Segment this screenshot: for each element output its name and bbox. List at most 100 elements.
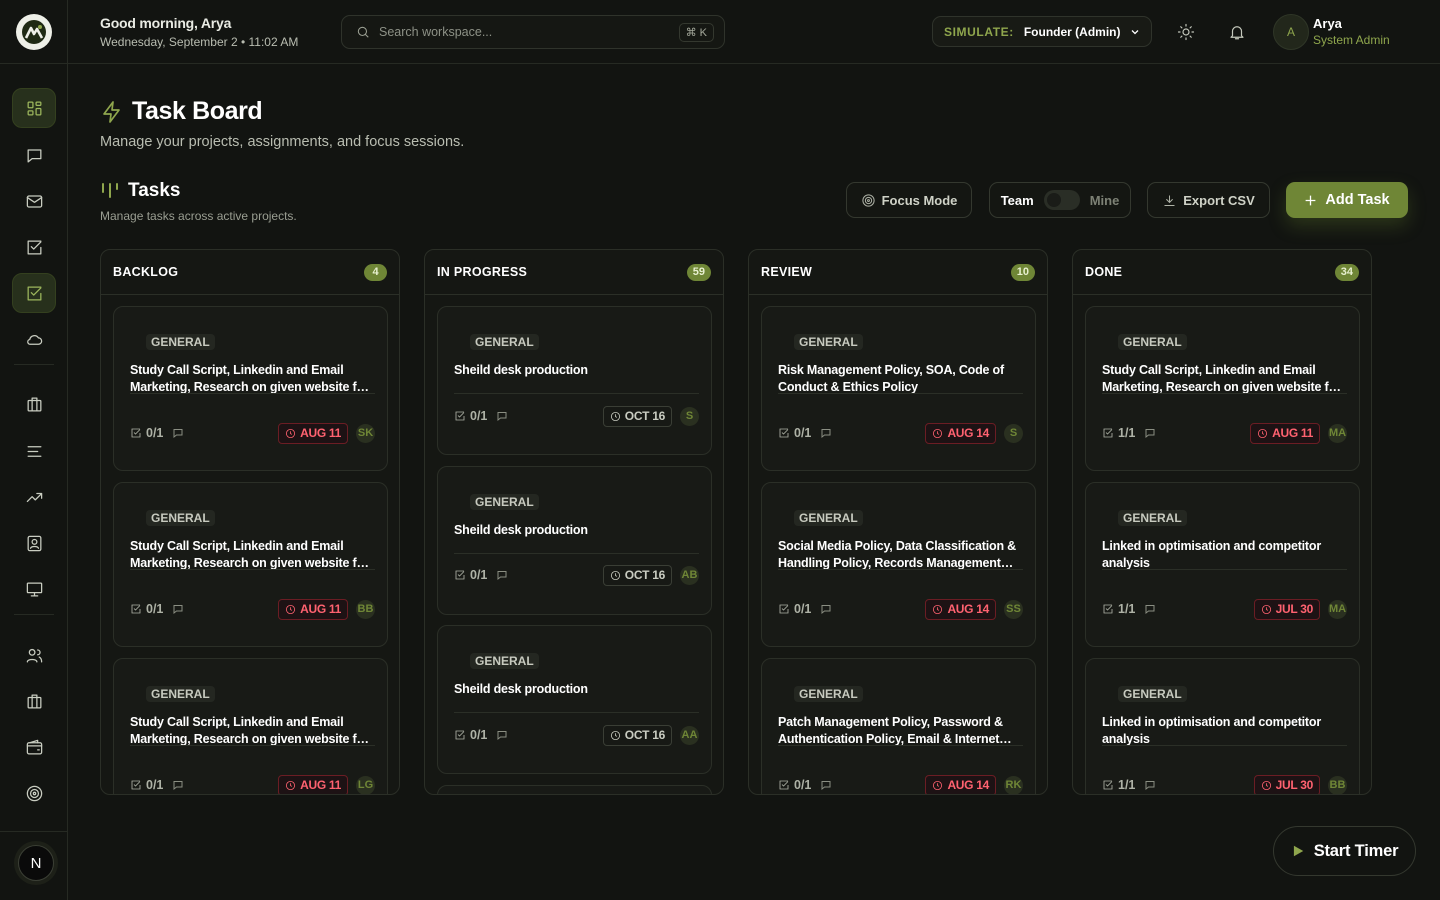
- search-input[interactable]: [379, 25, 659, 39]
- nav-goals[interactable]: [12, 773, 56, 813]
- task-card[interactable]: GENERAL Sheild desk production 0/1 OCT 1…: [437, 466, 712, 615]
- task-card[interactable]: GENERAL Study Call Script, Linkedin and …: [1085, 306, 1360, 471]
- nav-mail[interactable]: [12, 181, 56, 221]
- add-task-button[interactable]: Add Task: [1286, 182, 1408, 218]
- due-date-badge: AUG 11: [278, 422, 348, 444]
- assignee-avatar[interactable]: BB: [356, 599, 375, 619]
- task-title: Study Call Script, Linkedin and Email Ma…: [130, 539, 369, 570]
- subtask-progress: 1/1: [1102, 602, 1135, 616]
- task-card[interactable]: GENERAL Study Call Script, Linkedin and …: [113, 482, 388, 647]
- user-role: System Admin: [1313, 33, 1390, 47]
- subtask-count: 0/1: [794, 426, 812, 440]
- task-title: Study Call Script, Linkedin and Email Ma…: [130, 363, 369, 394]
- due-date: AUG 11: [300, 602, 341, 616]
- assignee-avatar[interactable]: BB: [1328, 775, 1347, 794]
- assignee-avatar[interactable]: LG: [356, 775, 375, 794]
- due-date: AUG 11: [300, 426, 341, 440]
- comment-icon: [497, 731, 507, 741]
- nav-tasks[interactable]: [12, 273, 56, 313]
- export-csv-button[interactable]: Export CSV: [1147, 182, 1270, 218]
- clock-icon: [610, 411, 620, 421]
- assignee-avatar[interactable]: AA: [680, 725, 699, 745]
- theme-toggle[interactable]: [1173, 19, 1199, 45]
- card-footer: 1/1 AUG 11 MA: [1102, 422, 1347, 444]
- checkbox-icon: [779, 780, 789, 790]
- subtask-count: 0/1: [470, 409, 488, 423]
- task-card[interactable]: GENERAL Linked in optimisation and compe…: [1085, 658, 1360, 794]
- nav-dashboard[interactable]: [12, 88, 56, 128]
- due-date-badge: AUG 11: [1250, 422, 1320, 444]
- chat-icon: [27, 148, 41, 162]
- search-bar[interactable]: ⌘ K: [341, 15, 725, 49]
- task-card-partial[interactable]: [437, 785, 712, 794]
- assignee-avatar[interactable]: AB: [680, 565, 699, 585]
- task-title: Linked in optimisation and competitor an…: [1102, 715, 1321, 746]
- assignee-avatar[interactable]: RK: [1004, 775, 1023, 794]
- trend-icon: [26, 492, 42, 502]
- task-title: Study Call Script, Linkedin and Email Ma…: [1102, 363, 1341, 394]
- card-divider: [778, 745, 1023, 746]
- due-date: AUG 11: [1272, 426, 1313, 440]
- top-header: Good morning, Arya Wednesday, September …: [68, 0, 1440, 64]
- task-card[interactable]: GENERAL Risk Management Policy, SOA, Cod…: [761, 306, 1036, 471]
- task-card[interactable]: GENERAL Study Call Script, Linkedin and …: [113, 306, 388, 471]
- nav-chat[interactable]: [12, 135, 56, 175]
- assignee-avatar[interactable]: SS: [1004, 599, 1023, 619]
- task-card[interactable]: GENERAL Social Media Policy, Data Classi…: [761, 482, 1036, 647]
- due-date-badge: AUG 14: [925, 598, 996, 620]
- user-avatar[interactable]: A: [1273, 14, 1309, 50]
- nav-contacts[interactable]: [12, 523, 56, 563]
- subtask-count: 0/1: [146, 602, 164, 616]
- page-subtitle: Manage your projects, assignments, and f…: [100, 134, 465, 150]
- wallet-icon: [26, 739, 42, 754]
- nav-checklist[interactable]: [12, 227, 56, 267]
- notifications-button[interactable]: [1224, 19, 1250, 45]
- simulate-role-select[interactable]: SIMULATE: Founder (Admin): [932, 16, 1152, 47]
- task-card[interactable]: GENERAL Linked in optimisation and compe…: [1085, 482, 1360, 647]
- nav-briefcase[interactable]: [12, 681, 56, 721]
- clock-icon: [610, 570, 620, 580]
- nav-list[interactable]: [12, 431, 56, 471]
- card-divider: [454, 712, 699, 713]
- column-backlog: BACKLOG 4 GENERAL Study Call Script, Link…: [100, 249, 400, 795]
- start-timer-button[interactable]: Start Timer: [1273, 826, 1416, 876]
- nav-analytics[interactable]: [12, 477, 56, 517]
- task-card[interactable]: GENERAL Sheild desk production 0/1 OCT 1…: [437, 306, 712, 455]
- card-footer: 0/1 AUG 11 SK: [130, 422, 375, 444]
- nav-cloud[interactable]: [12, 319, 56, 359]
- task-tag: GENERAL: [794, 334, 863, 350]
- view-toggle[interactable]: [1043, 190, 1080, 210]
- list-icon: [27, 445, 41, 457]
- nav-wallet[interactable]: [12, 727, 56, 767]
- search-icon: [357, 26, 369, 38]
- task-card[interactable]: GENERAL Study Call Script, Linkedin and …: [113, 658, 388, 794]
- users-icon: [26, 648, 42, 662]
- assignee-avatar[interactable]: SK: [356, 423, 375, 443]
- task-title: Sheild desk production: [454, 682, 588, 696]
- checkbox-icon: [455, 411, 465, 421]
- checkbox-icon: [1103, 780, 1113, 790]
- team-mine-switch[interactable]: Team Mine: [989, 182, 1131, 218]
- nav-monitor[interactable]: [12, 569, 56, 609]
- assignee-avatar[interactable]: S: [1004, 423, 1023, 443]
- card-divider: [130, 569, 375, 570]
- app-logo[interactable]: [16, 14, 52, 50]
- assignee-avatar[interactable]: S: [680, 406, 699, 426]
- column-title: IN PROGRESS: [437, 265, 528, 279]
- assignee-avatar[interactable]: MA: [1328, 423, 1347, 443]
- task-card[interactable]: GENERAL Sheild desk production 0/1 OCT 1…: [437, 625, 712, 774]
- assignee-avatar[interactable]: MA: [1328, 599, 1347, 619]
- focus-mode-button[interactable]: Focus Mode: [846, 182, 972, 218]
- app-root: N Good morning, Arya Wednesday, Septembe…: [0, 0, 1440, 900]
- subtask-count: 1/1: [1118, 602, 1136, 616]
- task-card[interactable]: GENERAL Patch Management Policy, Passwor…: [761, 658, 1036, 794]
- checkbox-icon: [455, 730, 465, 740]
- user-avatar-small[interactable]: N: [18, 845, 54, 881]
- task-title: Patch Management Policy, Password & Auth…: [778, 715, 1003, 746]
- nav-organization[interactable]: [12, 384, 56, 424]
- column-header: BACKLOG 4: [101, 250, 399, 295]
- due-date-badge: JUL 30: [1253, 774, 1320, 794]
- subtask-progress: 1/1: [1102, 426, 1135, 440]
- due-date-badge: AUG 14: [925, 422, 996, 444]
- nav-users[interactable]: [12, 635, 56, 675]
